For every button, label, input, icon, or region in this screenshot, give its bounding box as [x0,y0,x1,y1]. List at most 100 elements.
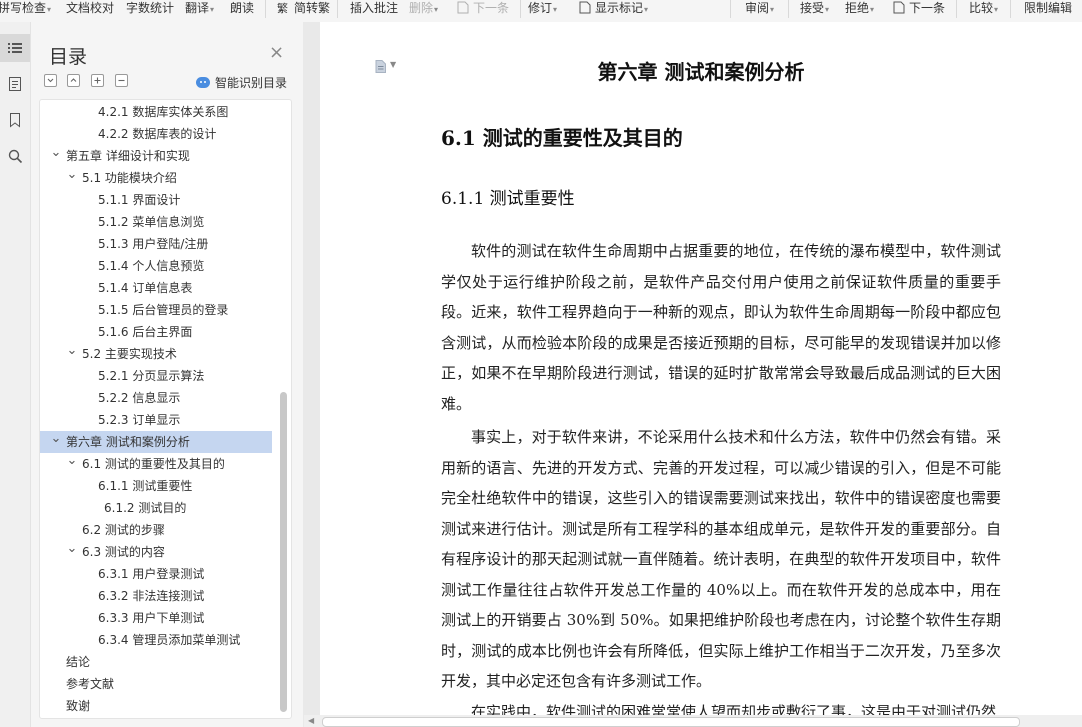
toc-item[interactable]: 6.3.2 非法连接测试 [40,585,272,607]
toc-item-label: 5.1 功能模块介绍 [82,171,177,185]
toc-item[interactable]: ⌄ 5.2 主要实现技术 [40,343,272,365]
chevron-down-icon[interactable]: ⌄ [50,431,62,447]
toolbar-item[interactable]: 删除▾ [409,0,438,16]
toc-item[interactable]: 5.2.2 信息显示 [40,387,272,409]
horizontal-scrollbar[interactable]: ◀ [304,715,1082,727]
bookmark-button[interactable] [0,106,30,134]
expand-all-icon[interactable] [91,74,104,87]
toc-item-label: 6.1 测试的重要性及其目的 [82,457,225,471]
toolbar-item[interactable]: 拒绝▾ [845,0,874,16]
chevron-down-icon: ▾ [47,5,52,14]
smart-toc-button[interactable]: 智能识别目录 [196,74,287,91]
toc-item[interactable]: 6.1.1 测试重要性 [40,475,272,497]
toc-item[interactable]: ⌄ 6.3 测试的内容 [40,541,272,563]
toolbar-item[interactable]: 朗读 [230,0,254,16]
toolbar-item[interactable]: 文档校对 [66,0,114,16]
find-replace-button[interactable] [0,142,30,170]
toolbar-item[interactable]: 字数统计 [126,0,174,16]
collapse-all-icon[interactable] [115,74,128,87]
toc-item[interactable]: 5.1.2 菜单信息浏览 [40,211,272,233]
toc-item-label: 5.1.5 后台管理员的登录 [98,303,229,317]
toolbar-item[interactable]: 限制编辑 [1024,0,1072,16]
toc-panel: 目录 × 智能识别目录 致谢 参考文献 结论 6.3.4 管理员添加菜单测试 6.3.3… [31,22,303,727]
toc-item[interactable]: 6.3.4 管理员添加菜单测试 [40,629,272,651]
toc-item[interactable]: 4.2.2 数据库表的设计 [40,123,272,145]
toolbar-item-label: 审阅 [745,1,770,15]
chevron-down-icon: ▾ [770,5,775,14]
toolbar-item-label: 下一条 [473,1,510,15]
toc-item[interactable]: ⌄ 第六章 测试和案例分析 [40,431,272,453]
page-thumbnail-button[interactable] [0,70,30,98]
document-icon [893,1,905,14]
toolbar-item[interactable]: 插入批注 [350,0,398,16]
toolbar-item[interactable]: 审阅▾ [745,0,774,16]
toc-item[interactable]: ⌄ 5.1 功能模块介绍 [40,167,272,189]
toc-item-label: 6.3.1 用户登录测试 [98,567,205,581]
toc-item[interactable]: ⌄ 6.1 测试的重要性及其目的 [40,453,272,475]
close-icon[interactable]: × [269,44,284,62]
toolbar-separator [788,0,789,18]
toolbar-item[interactable]: 修订▾ [528,0,557,16]
chevron-down-icon: ▾ [870,5,875,14]
toc-view-button[interactable] [0,34,30,62]
chevron-down-icon[interactable]: ⌄ [66,167,78,183]
toc-item-label: 5.1.3 用户登陆/注册 [98,237,209,251]
toc-item[interactable]: 结论 [40,651,272,673]
toc-item[interactable]: 6.1.2 测试目的 [40,497,272,519]
toc-item[interactable]: 5.2.3 订单显示 [40,409,272,431]
scrollbar-thumb[interactable] [322,717,1020,727]
robot-icon [196,77,210,88]
toolbar-item[interactable]: 繁简转繁 [277,0,330,16]
toc-item[interactable]: 5.1.4 订单信息表 [40,277,272,299]
chevron-down-icon[interactable]: ⌄ [66,453,78,469]
toolbar-separator [956,0,957,18]
toolbar-item[interactable]: 下一条 [892,0,945,16]
chevron-down-icon[interactable]: ⌄ [50,145,62,161]
toc-item[interactable]: 5.1.3 用户登陆/注册 [40,233,272,255]
toc-item-label: 6.2 测试的步骤 [82,523,165,537]
toc-item[interactable]: 6.2 测试的步骤 [40,519,272,541]
collapse-down-icon[interactable] [44,74,57,87]
toc-item[interactable]: 4.2.1 数据库实体关系图 [40,101,272,123]
toc-item[interactable]: 致谢 [40,695,272,717]
toc-item[interactable]: 参考文献 [40,673,272,695]
toolbar-separator [520,0,521,18]
toc-item[interactable]: ⌄ 第五章 详细设计和实现 [40,145,272,167]
toc-item[interactable]: 5.1.5 后台管理员的登录 [40,299,272,321]
toc-scrollbar[interactable] [280,392,287,712]
list-icon [8,43,22,53]
toc-item-label: 6.3.2 非法连接测试 [98,589,205,603]
toolbar-separator [1010,0,1011,18]
toc-item[interactable]: 5.1.1 界面设计 [40,189,272,211]
toolbar-item[interactable]: 比较▾ [969,0,998,16]
toolbar-item-label: 字数统计 [126,1,175,15]
toolbar-item-label: 比较 [969,1,994,15]
chapter-heading: 第六章 测试和案例分析 [597,60,805,84]
toolbar-item[interactable]: 拼写检查▾ [0,0,51,16]
collapse-up-icon[interactable] [67,74,80,87]
toolbar-item-label: 下一条 [909,1,946,15]
chevron-down-icon[interactable]: ⌄ [66,541,78,557]
chevron-down-icon: ▾ [644,5,649,14]
toc-item-label: 6.3 测试的内容 [82,545,165,559]
toc-item[interactable]: 5.2.1 分页显示算法 [40,365,272,387]
toolbar-separator [337,0,338,18]
toc-item-label: 5.2.1 分页显示算法 [98,369,205,383]
toolbar-item[interactable]: 显示标记▾ [578,0,648,16]
toolbar-item[interactable]: 接受▾ [800,0,829,16]
toc-item-label: 5.1.1 界面设计 [98,193,181,207]
chevron-down-icon: ▾ [434,5,439,14]
navigation-rail [0,22,31,727]
document-icon [579,1,591,14]
toc-item-label: 致谢 [66,699,91,713]
scroll-left-icon[interactable]: ◀ [308,715,314,727]
toc-item[interactable]: 5.1.6 后台主界面 [40,321,272,343]
toc-item[interactable]: 6.3.3 用户下单测试 [40,607,272,629]
toolbar-item[interactable]: 下一条 [456,0,509,16]
chevron-down-icon[interactable]: ⌄ [66,343,78,359]
document-page[interactable]: ▼ 第六章 测试和案例分析 6.1 测试的重要性及其目的 6.1.1 测试重要性… [320,22,1082,722]
toolbar-item[interactable]: 翻译▾ [185,0,214,16]
toc-item[interactable]: 5.1.4 个人信息预览 [40,255,272,277]
toc-item-label: 5.2 主要实现技术 [82,347,177,361]
toc-item[interactable]: 6.3.1 用户登录测试 [40,563,272,585]
